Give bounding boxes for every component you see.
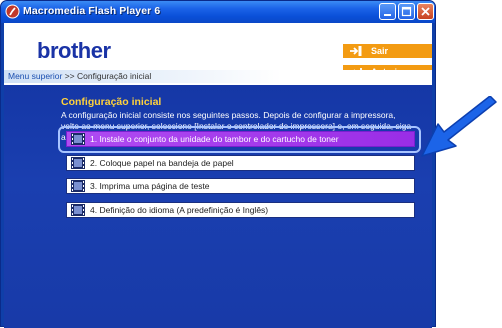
exit-label: Sair [371,46,389,56]
step-label: 4. Definição do idioma (A predefinição é… [90,205,269,215]
film-strip-icon [71,133,85,145]
step-4-button[interactable]: 4. Definição do idioma (A predefinição é… [66,202,415,218]
maximize-button[interactable] [398,3,415,20]
exit-arrow-icon [350,46,362,56]
minimize-button[interactable] [379,3,396,20]
close-icon [421,7,430,16]
step-label: 2. Coloque papel na bandeja de papel [90,158,234,168]
film-strip-icon [71,157,85,169]
flash-player-window: Macromedia Flash Player 6 brother Sair A… [0,0,436,328]
step-label: 1. Instale o conjunto da unidade do tamb… [90,134,339,144]
window-title: Macromedia Flash Player 6 [23,5,161,17]
step-3-button[interactable]: 3. Imprima uma página de teste [66,178,415,194]
close-button[interactable] [417,3,434,20]
pointer-arrow [421,96,497,157]
breadcrumb-current: Configuração inicial [77,71,152,81]
brother-logo: brother [37,38,111,63]
page-title: Configuração inicial [61,96,162,108]
breadcrumb-link-top-menu[interactable]: Menu superior [8,71,62,81]
maximize-icon [401,6,412,17]
exit-button[interactable]: Sair [343,44,432,58]
minimize-icon [384,14,391,16]
content-panel: Configuração inicial A configuração inic… [4,85,432,328]
client-area: brother Sair Anterior Menu superior >> C… [4,23,432,328]
film-strip-icon [71,204,85,216]
step-1-button[interactable]: 1. Instale o conjunto da unidade do tamb… [66,131,415,147]
step-label: 3. Imprima uma página de teste [90,181,210,191]
breadcrumb: Menu superior >> Configuração inicial [4,70,432,83]
film-strip-icon [71,180,85,192]
title-bar[interactable]: Macromedia Flash Player 6 [1,1,435,23]
breadcrumb-separator: >> [64,71,75,81]
flash-player-icon [5,4,20,19]
step-2-button[interactable]: 2. Coloque papel na bandeja de papel [66,155,415,171]
